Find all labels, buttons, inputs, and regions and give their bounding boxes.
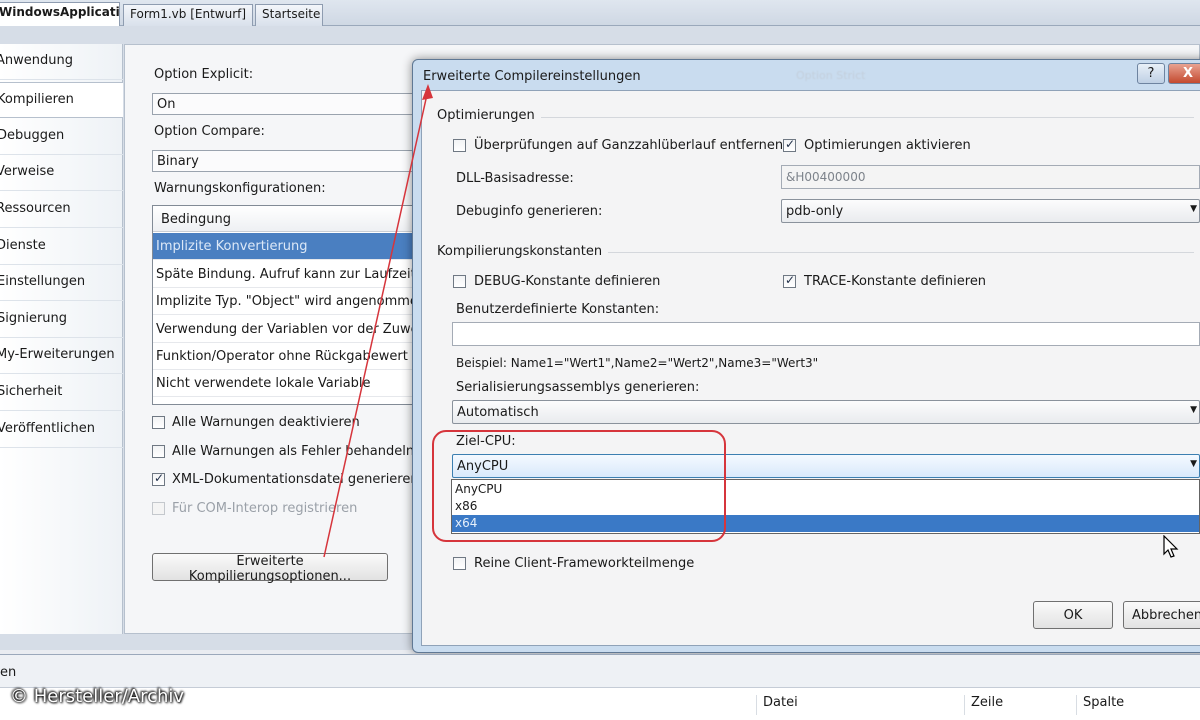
column-header-zeile[interactable]: Zeile — [964, 695, 1076, 715]
annotation-arrow — [323, 84, 433, 558]
column-header-spalte[interactable]: Spalte — [1076, 695, 1200, 715]
mouse-cursor-icon — [1163, 535, 1179, 558]
error-list-title: en — [0, 665, 17, 680]
column-header-datei[interactable]: Datei — [756, 695, 964, 715]
error-list-tab-strip: en — [0, 655, 1200, 688]
copyright-watermark: © Hersteller/Archiv — [10, 686, 185, 707]
